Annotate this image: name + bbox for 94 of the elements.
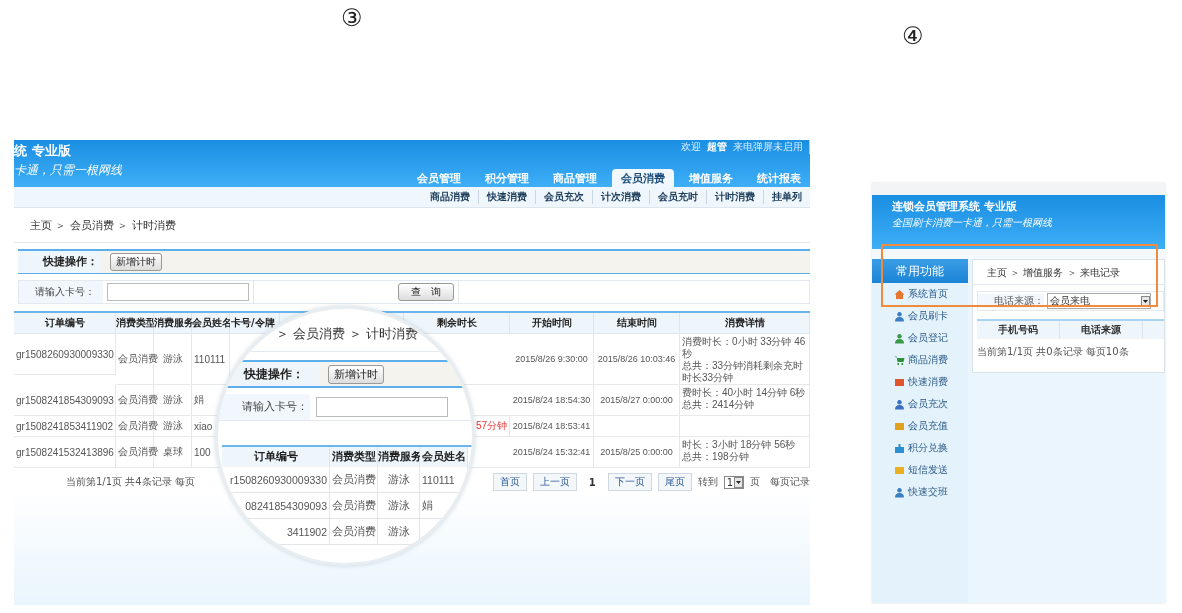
table-cell: 游泳	[378, 493, 420, 519]
column-header: 消费服务	[154, 313, 192, 334]
caret-icon	[734, 476, 743, 488]
table-cell: 2015/8/26 10:03:46	[594, 334, 680, 385]
table-cell: gr1508260930009330	[14, 334, 116, 375]
step-number: ③	[341, 6, 363, 30]
page-summary: 当前第1/1页 共0条记录 每页10条	[976, 345, 1130, 359]
sub-nav-link[interactable]: 会员充次	[535, 190, 592, 204]
welcome-text: 欢迎	[681, 140, 701, 154]
users-icon	[894, 332, 905, 344]
column-header: 会员姓名	[420, 447, 468, 467]
current-page: 1	[587, 476, 597, 488]
sidebar-item[interactable]: 会员充次	[872, 393, 968, 415]
table-cell: r1508260930009330	[222, 467, 330, 493]
table-cell: 时长：3小时 18分钟 56秒 总共：198分钟	[680, 437, 810, 468]
table-cell: 2015/8/24 18:53:41	[510, 416, 594, 437]
column-header: 消费服务	[378, 447, 420, 467]
sub-nav-link[interactable]: 商品消费	[422, 190, 478, 204]
page-button[interactable]: 下一页	[607, 473, 652, 491]
sidebar-title: 常用功能	[872, 259, 968, 283]
table-cell: 娟	[420, 493, 468, 519]
table-cell: 2015/8/27 0:00:00	[594, 385, 680, 416]
table-cell: 110111	[420, 467, 468, 493]
sidebar-item[interactable]: 快速消费	[872, 371, 968, 393]
table-cell: 2015/8/25 0:00:00	[594, 437, 680, 468]
goto-label: 转到	[697, 475, 718, 489]
sidebar-item[interactable]: 快速交班	[872, 481, 968, 503]
column-header: 消费详情	[680, 313, 810, 334]
column-header: 开始时间	[510, 313, 594, 334]
column-header: 订单编号	[222, 447, 330, 467]
table-cell: 2015/8/26 9:30:00	[510, 334, 594, 385]
sidebar-item[interactable]: 系统首页	[872, 283, 968, 305]
slogan: 卡通，只需一根网线	[14, 162, 122, 179]
card-number-label: 请输入卡号：	[19, 281, 103, 303]
table-cell: 游泳	[378, 467, 420, 493]
nav-tab[interactable]: 会员消费	[612, 169, 674, 187]
column-header: 结束时间	[594, 313, 680, 334]
table-cell: gr1508241854309093	[14, 385, 116, 416]
table-cell: 会员消费	[330, 493, 378, 519]
caret-icon	[1141, 295, 1150, 307]
sidebar-item[interactable]: 短信发送	[872, 459, 968, 481]
phone-source-select[interactable]: 会员来电	[1047, 293, 1151, 309]
user-icon	[894, 398, 905, 410]
sidebar-item[interactable]: 商品消费	[872, 349, 968, 371]
page-button[interactable]: 上一页	[532, 473, 577, 491]
sidebar-item[interactable]: 会员登记	[872, 327, 968, 349]
table-cell: 08241854309093	[222, 493, 330, 519]
page-button[interactable]: 尾页	[657, 473, 692, 491]
table-cell: 2015/8/24 18:54:30	[510, 385, 594, 416]
app-title: 统 专业版	[14, 142, 72, 160]
card-number-label: 请输入卡号：	[218, 394, 310, 420]
step-number: ④	[902, 24, 924, 48]
app-title: 连锁会员管理系统 专业版	[892, 199, 1018, 214]
table-cell: 消费时长：0小时 33分钟 46秒 总共：33分钟消耗剩余充时时长33分钟	[680, 334, 810, 385]
table-cell: 会员消费	[330, 519, 378, 545]
home-icon	[894, 288, 905, 300]
slogan: 全国刷卡消费一卡通，只需一根网线	[892, 216, 1053, 230]
sub-nav-link[interactable]: 会员充时	[649, 190, 706, 204]
user-icon	[894, 310, 905, 322]
add-timing-button[interactable]: 新增计时	[110, 253, 162, 271]
user-icon	[894, 486, 905, 498]
table-cell: 3411902	[222, 519, 330, 545]
table-cell: 游泳	[378, 519, 420, 545]
column-header: 手机号码	[977, 321, 1060, 339]
status-text: 来电弹屏未启用	[733, 140, 810, 154]
column-header: 消费类型	[330, 447, 378, 467]
quick-actions-label: 快捷操作：	[18, 251, 102, 273]
sidebar-item[interactable]: 会员充值	[872, 415, 968, 437]
sub-nav-link[interactable]: 计次消费	[592, 190, 649, 204]
table-cell: gr1508241532413896	[14, 437, 116, 468]
cart-icon	[894, 354, 905, 366]
page-summary: 当前第1/1页 共4条记录 每页	[65, 475, 195, 489]
column-header: 卡号/令牌	[230, 313, 280, 334]
column-header: 电话来源	[1060, 321, 1143, 339]
column-header: 订单编号	[14, 313, 116, 334]
page-button[interactable]: 首页	[492, 473, 527, 491]
page-unit: 页	[750, 475, 760, 489]
user-name: 超管	[707, 140, 727, 154]
sub-nav-link[interactable]: 计时消费	[706, 190, 763, 204]
add-timing-button[interactable]: 新增计时	[328, 364, 384, 384]
table-cell: 费时长：40小时 14分钟 6秒 总共：2414分钟	[680, 385, 810, 416]
breadcrumb: 主页 ＞ 增值服务 ＞ 来电记录	[973, 260, 1164, 285]
table-cell: 2015/8/24 15:32:41	[510, 437, 594, 468]
per-page-label: 每页记录	[770, 475, 810, 489]
sidebar-item[interactable]: 积分兑换	[872, 437, 968, 459]
sub-nav-link[interactable]: 快速消费	[478, 190, 535, 204]
sub-nav-link[interactable]: 挂单列	[763, 190, 810, 204]
table-cell: gr1508241853411902	[14, 416, 116, 437]
sidebar-item[interactable]: 会员刷卡	[872, 305, 968, 327]
breadcrumb: 主页 ＞ 会员消费 ＞ 计时消费	[14, 208, 810, 243]
page-select[interactable]: 1	[723, 475, 744, 489]
table-cell: 会员消费	[330, 467, 378, 493]
card-number-field[interactable]	[107, 283, 249, 301]
search-button[interactable]: 查 询	[398, 283, 454, 301]
